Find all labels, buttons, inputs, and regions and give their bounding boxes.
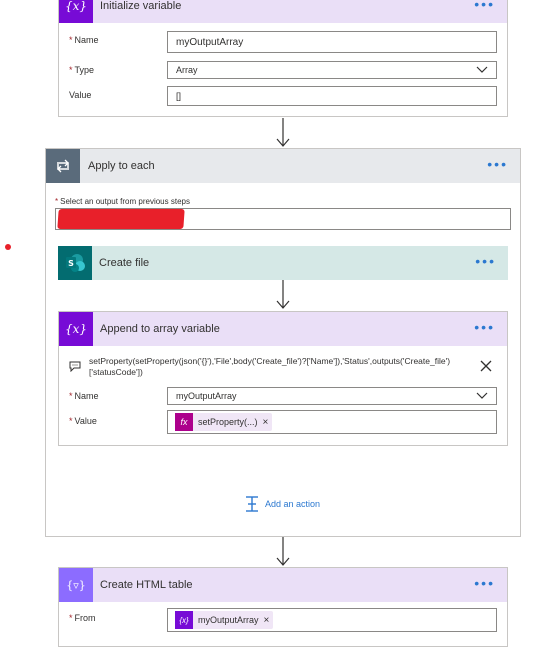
more-dots-icon[interactable]: ••• <box>474 320 495 334</box>
value-label: * Value <box>69 416 97 426</box>
create-file-card: S Create file ••• <box>58 246 508 280</box>
create-html-table-header[interactable]: {▿} Create HTML table ••• <box>59 568 507 602</box>
create-html-table-card: {▿} Create HTML table ••• * From {x} myOu… <box>58 567 508 647</box>
comment-icon <box>69 361 81 372</box>
data-operation-icon: {▿} <box>59 568 93 602</box>
expression-token[interactable]: fx setProperty(...) × <box>175 413 273 431</box>
expression-text: setProperty(setProperty(json('{}'),'File… <box>89 356 451 377</box>
name-label: * Name <box>69 391 99 401</box>
arrow-down-icon <box>276 118 290 147</box>
apply-to-each-title: Apply to each <box>88 160 155 172</box>
function-icon: fx <box>175 413 193 431</box>
svg-text:{x}: {x} <box>66 0 86 13</box>
initialize-variable-card: {x} Initialize variable ••• * Name myOutp… <box>58 0 508 117</box>
close-icon[interactable] <box>479 359 493 373</box>
add-action-label: Add an action <box>265 499 321 509</box>
variable-x-icon: {x} <box>59 312 93 346</box>
redaction-mark <box>57 209 185 229</box>
loop-icon <box>46 149 80 183</box>
arrow-down-icon <box>276 537 290 566</box>
sharepoint-icon: S <box>58 246 92 280</box>
more-dots-icon[interactable]: ••• <box>475 254 496 268</box>
initialize-variable-header[interactable]: {x} Initialize variable ••• <box>59 0 507 23</box>
arrow-down-icon <box>276 280 290 309</box>
token-label: setProperty(...) <box>198 417 258 427</box>
append-name-dropdown[interactable]: myOutputArray <box>167 387 497 405</box>
append-to-array-header[interactable]: {x} Append to array variable ••• <box>59 312 507 346</box>
svg-text:S: S <box>68 259 74 268</box>
chevron-down-icon <box>476 392 488 399</box>
select-output-label: * Select an output from previous steps <box>55 197 190 206</box>
close-icon[interactable]: × <box>264 615 274 626</box>
type-label: * Type <box>69 65 95 75</box>
name-label: * Name <box>69 35 99 45</box>
create-file-header[interactable]: S Create file ••• <box>58 246 508 280</box>
initialize-variable-title: Initialize variable <box>100 0 182 12</box>
append-to-array-title: Append to array variable <box>100 323 220 335</box>
svg-text:{x}: {x} <box>66 322 86 336</box>
token-label: myOutputArray <box>198 615 259 625</box>
more-dots-icon[interactable]: ••• <box>487 157 508 171</box>
add-action-button[interactable]: Add an action <box>244 496 320 512</box>
append-to-array-card: {x} Append to array variable ••• setProp… <box>58 311 508 446</box>
add-action-icon <box>246 496 258 512</box>
svg-text:{▿}: {▿} <box>66 579 86 592</box>
variable-name-field[interactable]: myOutputArray <box>167 31 497 53</box>
more-dots-icon[interactable]: ••• <box>474 0 495 11</box>
create-file-title: Create file <box>99 257 150 269</box>
variable-x-icon: {x} <box>175 611 193 629</box>
red-dot-marker <box>5 244 11 250</box>
variable-token[interactable]: {x} myOutputArray × <box>175 611 274 629</box>
variable-type-dropdown[interactable]: Array <box>167 61 497 79</box>
from-label: * From <box>69 613 96 623</box>
create-html-table-title: Create HTML table <box>100 579 193 591</box>
chevron-down-icon <box>476 66 488 73</box>
more-dots-icon[interactable]: ••• <box>474 576 495 590</box>
apply-to-each-header[interactable]: Apply to each ••• <box>46 149 520 183</box>
close-icon[interactable]: × <box>263 417 273 428</box>
value-label: Value <box>69 90 92 100</box>
variable-x-icon: {x} <box>59 0 93 23</box>
variable-value-field[interactable]: [] <box>167 86 497 106</box>
